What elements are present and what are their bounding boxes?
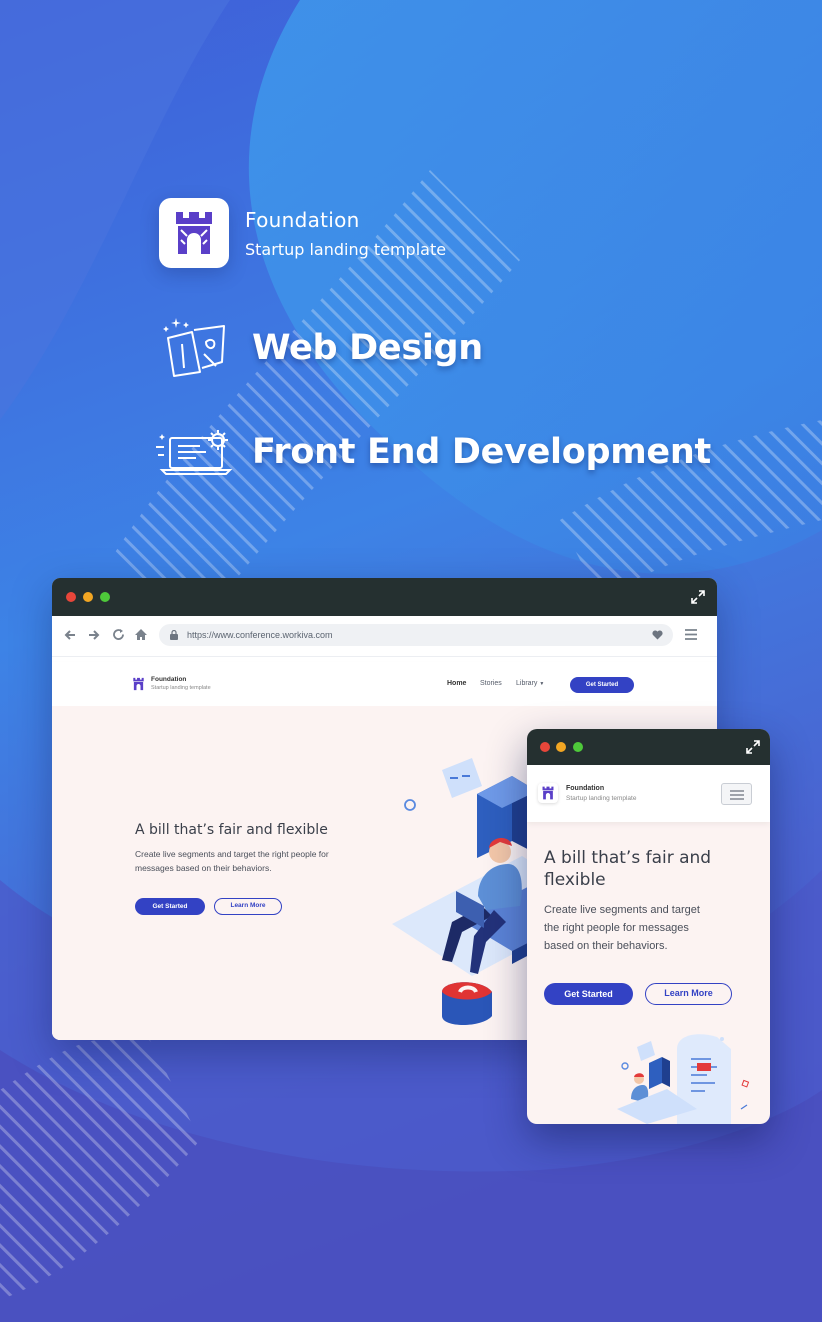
mobile-titlebar <box>527 729 770 765</box>
site-navbar: Foundation Startup landing template Home… <box>52 662 717 706</box>
castle-logo-icon <box>542 786 554 800</box>
maximize-dot[interactable] <box>100 592 110 602</box>
menu-icon[interactable] <box>685 629 697 640</box>
hamburger-button[interactable] <box>721 783 752 805</box>
nav-library-label: Library <box>516 680 538 687</box>
brand-tagline: Startup landing template <box>245 240 447 259</box>
mobile-site-navbar: Foundation Startup landing template <box>527 765 770 822</box>
design-tools-icon <box>163 318 225 377</box>
nav-library[interactable]: Library ▼ <box>516 680 544 687</box>
site-brand-tag: Startup landing template <box>151 685 211 691</box>
mobile-browser-window: Foundation Startup landing template A bi… <box>527 729 770 1124</box>
mobile-hero-illustration <box>617 1034 750 1124</box>
nav-home[interactable]: Home <box>447 680 466 687</box>
site-brand-name: Foundation <box>151 676 187 683</box>
url-text: https://www.conference.workiva.com <box>187 630 333 640</box>
home-icon[interactable] <box>134 628 148 641</box>
mobile-brand-tag: Startup landing template <box>566 795 637 802</box>
heart-icon[interactable] <box>652 630 663 640</box>
hero-text-line-1: Create live segments and target the righ… <box>135 849 329 859</box>
mobile-hero-title-line-2: flexible <box>544 870 606 890</box>
url-field[interactable]: https://www.conference.workiva.com <box>159 624 673 646</box>
hero-title: A bill that’s fair and flexible <box>135 822 328 838</box>
forward-arrow-icon[interactable] <box>88 629 100 641</box>
mobile-learn-more-button[interactable]: Learn More <box>645 983 732 1005</box>
desktop-titlebar <box>52 578 717 616</box>
reload-icon[interactable] <box>112 628 125 641</box>
caret-down-icon: ▼ <box>539 681 545 687</box>
feature-front-end-development: Front End Development <box>252 432 711 472</box>
feature-web-design: Web Design <box>252 328 483 368</box>
nav-stories[interactable]: Stories <box>480 680 502 687</box>
castle-logo-icon <box>176 212 212 254</box>
hero-text-line-2: messages based on their behaviors. <box>135 863 272 873</box>
expand-icon[interactable] <box>691 590 705 604</box>
back-arrow-icon[interactable] <box>64 629 76 641</box>
brand-logo-tile <box>159 198 229 268</box>
mobile-hero-text-line-2: the right people for messages <box>544 922 689 934</box>
hero-get-started-button[interactable]: Get Started <box>135 898 205 915</box>
expand-icon[interactable] <box>746 740 760 754</box>
mobile-hero-title-line-1: A bill that’s fair and <box>544 848 712 868</box>
maximize-dot[interactable] <box>573 742 583 752</box>
lock-icon <box>170 630 178 640</box>
mobile-hero-text-line-1: Create live segments and target <box>544 904 700 916</box>
hero-learn-more-button[interactable]: Learn More <box>214 898 282 915</box>
laptop-gear-icon <box>156 430 232 475</box>
nav-get-started-button[interactable]: Get Started <box>570 677 634 693</box>
close-dot[interactable] <box>540 742 550 752</box>
mobile-brand-name: Foundation <box>566 785 605 792</box>
mobile-get-started-button[interactable]: Get Started <box>544 983 633 1005</box>
hamburger-icon <box>730 790 744 800</box>
minimize-dot[interactable] <box>83 592 93 602</box>
minimize-dot[interactable] <box>556 742 566 752</box>
close-dot[interactable] <box>66 592 76 602</box>
mobile-hero-text-line-3: based on their behaviors. <box>544 940 668 952</box>
brand-name: Foundation <box>245 208 360 232</box>
desktop-address-bar: https://www.conference.workiva.com <box>52 616 717 657</box>
mobile-logo-tile <box>538 783 558 803</box>
castle-logo-icon <box>133 677 144 691</box>
